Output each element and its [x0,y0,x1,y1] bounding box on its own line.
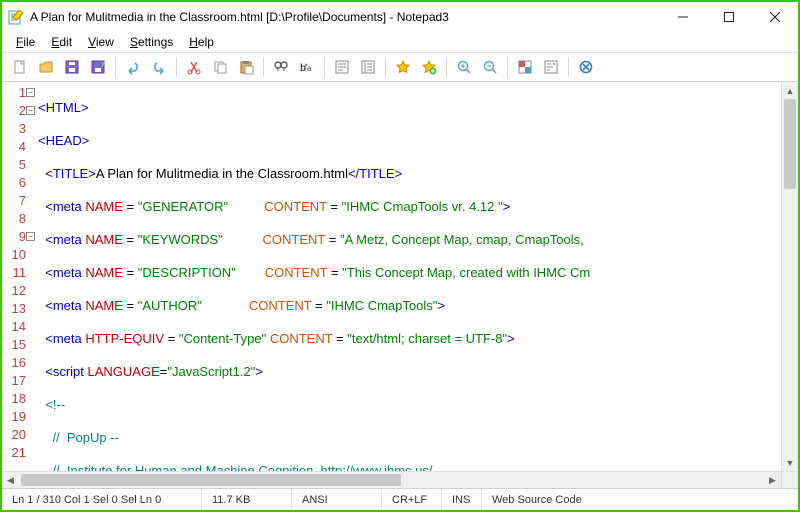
menubar: File Edit View Settings Help [2,32,798,52]
titlebar: A Plan for Mulitmedia in the Classroom.h… [2,2,798,32]
status-language[interactable]: Web Source Code [482,489,798,510]
settings-button[interactable] [539,55,563,79]
undo-button[interactable] [121,55,145,79]
open-file-button[interactable] [34,55,58,79]
scroll-left-icon[interactable]: ◀ [2,472,19,489]
scroll-right-icon[interactable]: ▶ [764,472,781,489]
word-wrap-button[interactable] [330,55,354,79]
status-size: 11.7 KB [202,489,292,510]
maximize-button[interactable] [706,2,752,32]
app-icon [8,9,24,25]
add-favorite-button[interactable] [417,55,441,79]
code-area[interactable]: <HTML> <HEAD> <TITLE>A Plan for Mulitmed… [38,82,781,471]
statusbar: Ln 1 / 310 Col 1 Sel 0 Sel Ln 0 11.7 KB … [2,488,798,510]
toolbar: ba [2,52,798,82]
vertical-scrollbar[interactable]: ▲ ▼ [781,82,798,471]
menu-help[interactable]: Help [183,34,220,50]
minimize-button[interactable] [660,2,706,32]
window-title: A Plan for Mulitmedia in the Classroom.h… [30,10,660,24]
scheme-button[interactable] [513,55,537,79]
zoom-in-button[interactable] [452,55,476,79]
horizontal-scroll-thumb[interactable] [21,474,401,486]
horizontal-scrollbar[interactable]: ◀ ▶ [2,471,798,488]
svg-text:a: a [307,64,312,73]
scroll-up-icon[interactable]: ▲ [782,82,798,99]
zoom-out-button[interactable] [478,55,502,79]
favorite-button[interactable] [391,55,415,79]
save-as-button[interactable] [86,55,110,79]
scroll-down-icon[interactable]: ▼ [782,454,798,471]
status-encoding[interactable]: ANSI [292,489,382,510]
fold-column[interactable]: −−− [26,82,38,471]
editor[interactable]: 123456789101112131415161718192021 −−− <H… [2,82,798,471]
redo-button[interactable] [147,55,171,79]
status-insert-mode[interactable]: INS [442,489,482,510]
menu-settings[interactable]: Settings [124,34,179,50]
cut-button[interactable] [182,55,206,79]
replace-button[interactable]: ba [295,55,319,79]
paste-button[interactable] [234,55,258,79]
save-button[interactable] [60,55,84,79]
status-eol[interactable]: CR+LF [382,489,442,510]
vertical-scroll-thumb[interactable] [784,99,796,189]
menu-view[interactable]: View [82,34,120,50]
exit-button[interactable] [574,55,598,79]
copy-button[interactable] [208,55,232,79]
line-number-gutter: 123456789101112131415161718192021 [2,82,26,471]
status-position: Ln 1 / 310 Col 1 Sel 0 Sel Ln 0 [2,489,202,510]
new-file-button[interactable] [8,55,32,79]
line-numbers-button[interactable] [356,55,380,79]
menu-file[interactable]: File [10,34,41,50]
menu-edit[interactable]: Edit [45,34,78,50]
close-button[interactable] [752,2,798,32]
find-button[interactable] [269,55,293,79]
